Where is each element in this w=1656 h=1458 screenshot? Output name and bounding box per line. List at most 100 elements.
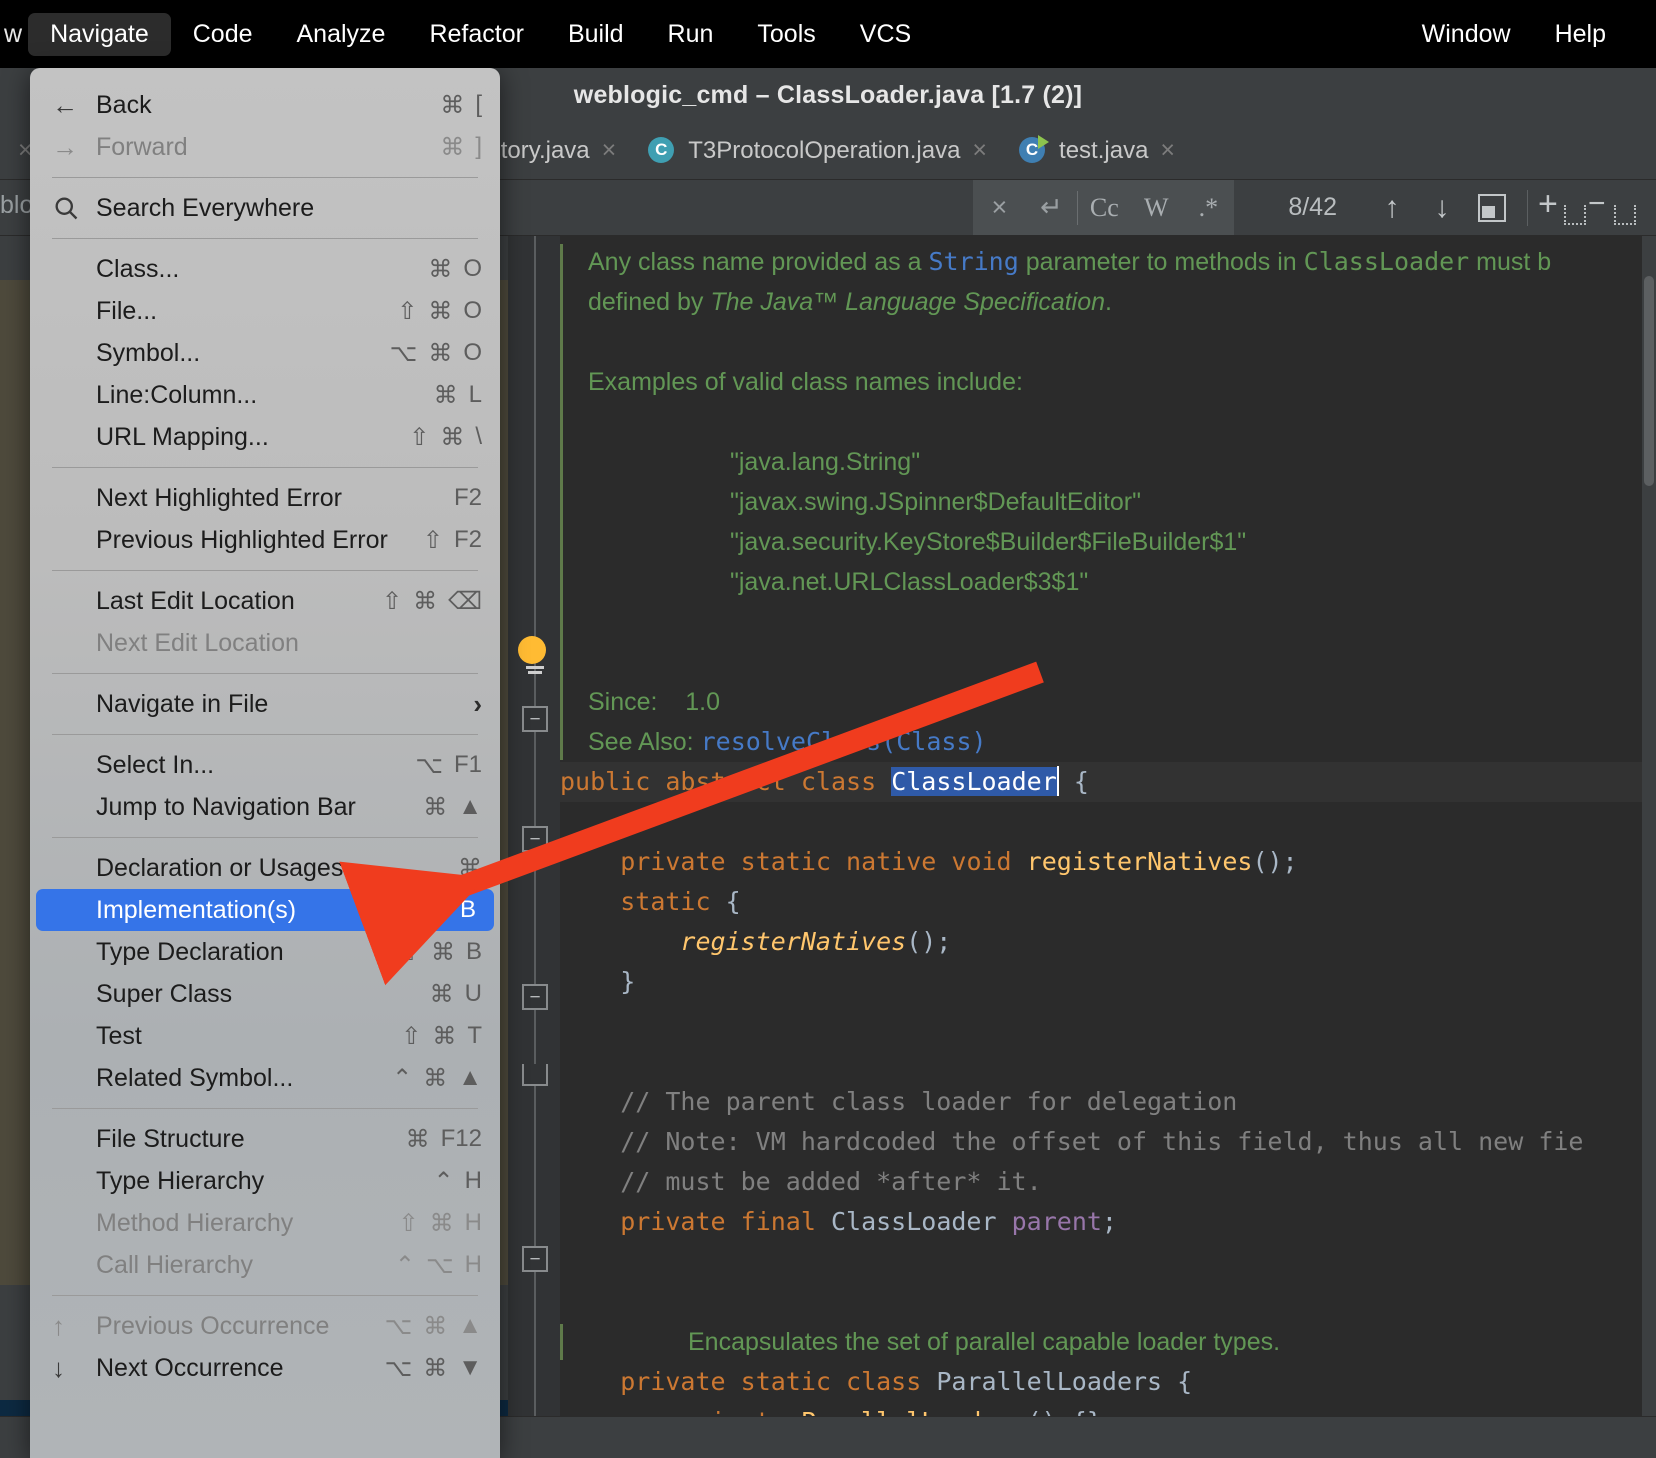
- tab-t3protocoloperation-java[interactable]: C T3ProtocolOperation.java ×: [632, 122, 1003, 179]
- code-content[interactable]: Any class name provided as a String para…: [560, 236, 1656, 1458]
- menu-item-next-edit-location: Next Edit Location: [30, 622, 500, 664]
- code-line[interactable]: static {: [560, 882, 1656, 922]
- menu-item-declaration-or-usages[interactable]: Declaration or Usages ⌘: [30, 847, 500, 889]
- menubar-item-window[interactable]: Window: [1400, 13, 1533, 56]
- menubar-item-refactor[interactable]: Refactor: [407, 13, 545, 56]
- menu-item-line-column[interactable]: Line:Column... ⌘ L: [30, 374, 500, 416]
- fold-marker[interactable]: −: [522, 984, 548, 1010]
- menu-item-label: Jump to Navigation Bar: [96, 792, 356, 821]
- find-options-group[interactable]: × ↵ Cc W .*: [973, 180, 1235, 235]
- menubar[interactable]: w Navigate Code Analyze Refactor Build R…: [0, 0, 1656, 68]
- menu-separator: [52, 238, 478, 239]
- scrollbar-thumb[interactable]: [1644, 276, 1654, 486]
- menu-item-shortcut: ⌃ H: [433, 1167, 482, 1195]
- menu-item-back[interactable]: ← Back ⌘[: [30, 84, 500, 126]
- menu-item-select-in[interactable]: Select In... ⌥ F1: [30, 744, 500, 786]
- fold-marker[interactable]: −: [522, 1246, 548, 1272]
- javadoc-example: "javax.swing.JSpinner$DefaultEditor": [730, 488, 1142, 516]
- menubar-item-help[interactable]: Help: [1533, 13, 1628, 56]
- menubar-item-navigate[interactable]: Navigate: [28, 12, 171, 56]
- menu-item-type-declaration[interactable]: Type Declaration ⇧ ⌘ B: [30, 931, 500, 973]
- menu-item-implementation-s[interactable]: Implementation(s) ⌥ ⌘ B: [36, 889, 494, 931]
- menu-item-shortcut: ⇧ ⌘ H: [398, 1209, 482, 1237]
- match-case-toggle[interactable]: Cc: [1078, 180, 1130, 235]
- menubar-item-run[interactable]: Run: [646, 13, 736, 56]
- code-line[interactable]: private final ClassLoader parent;: [560, 1202, 1656, 1242]
- tab-test-java[interactable]: C test.java ×: [1003, 122, 1191, 179]
- fold-marker[interactable]: −: [522, 826, 548, 852]
- menu-item-last-edit-location[interactable]: Last Edit Location ⇧ ⌘ ⌫: [30, 580, 500, 622]
- menu-item-next-occurrence[interactable]: ↓ Next Occurrence ⌥ ⌘ ▼: [30, 1347, 500, 1389]
- menubar-item-code[interactable]: Code: [171, 13, 275, 56]
- editor-vertical-scrollbar[interactable]: [1642, 236, 1656, 1458]
- code-comment[interactable]: // must be added *after* it.: [560, 1162, 1656, 1202]
- divider: [1527, 189, 1528, 226]
- close-icon[interactable]: ×: [602, 138, 617, 163]
- remove-selection-icon[interactable]: [1588, 180, 1638, 235]
- menu-item-file[interactable]: File... ⇧ ⌘ O: [30, 290, 500, 332]
- code-comment[interactable]: // The parent class loader for delegatio…: [560, 1082, 1656, 1122]
- javadoc-line: Encapsulates the set of parallel capable…: [688, 1328, 1281, 1356]
- navigate-dropdown-menu[interactable]: ← Back ⌘[→ Forward ⌘] Search Everywhere Class.…: [30, 68, 500, 1458]
- newline-search-icon[interactable]: ↵: [1025, 180, 1077, 235]
- menu-item-label: Implementation(s): [96, 895, 297, 924]
- code-comment[interactable]: // Note: VM hardcoded the offset of this…: [560, 1122, 1656, 1162]
- menu-item-class[interactable]: Class... ⌘ O: [30, 248, 500, 290]
- close-icon[interactable]: ×: [972, 138, 987, 163]
- fold-end-marker[interactable]: [522, 1064, 548, 1086]
- code-line[interactable]: registerNatives();: [560, 922, 1656, 962]
- menu-item-label: Next Edit Location: [96, 628, 299, 657]
- menu-item-next-highlighted-error[interactable]: Next Highlighted Error F2: [30, 477, 500, 519]
- menu-item-jump-to-navigation-bar[interactable]: Jump to Navigation Bar ⌘ ▲: [30, 786, 500, 828]
- code-line[interactable]: }: [560, 962, 1656, 1002]
- whole-words-toggle[interactable]: W: [1130, 180, 1182, 235]
- menubar-item-vcs[interactable]: VCS: [838, 13, 933, 56]
- close-icon[interactable]: ×: [973, 180, 1025, 235]
- menu-item-test[interactable]: Test ⇧ ⌘ T: [30, 1015, 500, 1057]
- menu-item-symbol[interactable]: Symbol... ⌥ ⌘ O: [30, 332, 500, 374]
- menu-item-shortcut: ⇧ ⌘ B: [399, 938, 482, 966]
- code-line[interactable]: private static native void registerNativ…: [560, 842, 1656, 882]
- selected-symbol[interactable]: ClassLoader: [891, 767, 1057, 796]
- next-match-icon[interactable]: ↓: [1417, 180, 1467, 235]
- javadoc-example: "java.lang.String": [730, 448, 921, 476]
- menu-item-file-structure[interactable]: File Structure ⌘ F12: [30, 1118, 500, 1160]
- regex-toggle[interactable]: .*: [1182, 180, 1234, 235]
- intention-bulb-icon[interactable]: [518, 636, 552, 674]
- menu-item-super-class[interactable]: Super Class ⌘ U: [30, 973, 500, 1015]
- menu-item-previous-highlighted-error[interactable]: Previous Highlighted Error ⇧ F2: [30, 519, 500, 561]
- menu-item-navigate-in-file[interactable]: Navigate in File ›: [30, 683, 500, 725]
- menu-item-type-hierarchy[interactable]: Type Hierarchy ⌃ H: [30, 1160, 500, 1202]
- menu-separator: [52, 734, 478, 735]
- menu-item-label: Search Everywhere: [96, 193, 315, 222]
- code-line[interactable]: private static class ParallelLoaders {: [560, 1362, 1656, 1402]
- previous-match-icon[interactable]: ↑: [1367, 180, 1417, 235]
- menu-item-shortcut: ⇧ ⌘ O: [397, 297, 482, 325]
- menu-item-search-everywhere[interactable]: Search Everywhere: [30, 187, 500, 229]
- menu-separator: [52, 570, 478, 571]
- editor-gutter[interactable]: − − − −: [508, 236, 560, 1458]
- java-class-icon: C: [648, 136, 676, 165]
- menu-item-label: File Structure: [96, 1124, 245, 1153]
- menu-item-shortcut: ⌘ U: [429, 980, 482, 1008]
- menubar-item-clipped[interactable]: w: [0, 13, 28, 56]
- menu-item-shortcut: ⌘: [458, 854, 482, 882]
- menu-separator: [52, 1295, 478, 1296]
- menu-item-label: Previous Highlighted Error: [96, 525, 388, 554]
- add-selection-icon[interactable]: [1538, 180, 1588, 235]
- menu-item-shortcut: ⌘ F12: [405, 1125, 482, 1153]
- menu-item-url-mapping[interactable]: URL Mapping... ⇧ ⌘ \: [30, 416, 500, 458]
- up-arrow-icon: ↑: [52, 1310, 65, 1341]
- menu-separator: [52, 1108, 478, 1109]
- open-in-find-window-icon[interactable]: [1467, 180, 1517, 235]
- fold-marker[interactable]: −: [522, 706, 548, 732]
- menubar-item-build[interactable]: Build: [546, 13, 646, 56]
- match-count: 8/42: [1288, 193, 1337, 221]
- close-icon[interactable]: ×: [1160, 138, 1175, 163]
- menubar-item-analyze[interactable]: Analyze: [275, 13, 408, 56]
- menubar-item-tools[interactable]: Tools: [735, 13, 837, 56]
- menu-item-related-symbol[interactable]: Related Symbol... ⌃ ⌘ ▲: [30, 1057, 500, 1099]
- class-declaration-line[interactable]: public abstract class ClassLoader {: [560, 762, 1656, 802]
- menu-separator: [52, 673, 478, 674]
- menu-item-shortcut: ⇧ ⌘ \: [409, 423, 482, 451]
